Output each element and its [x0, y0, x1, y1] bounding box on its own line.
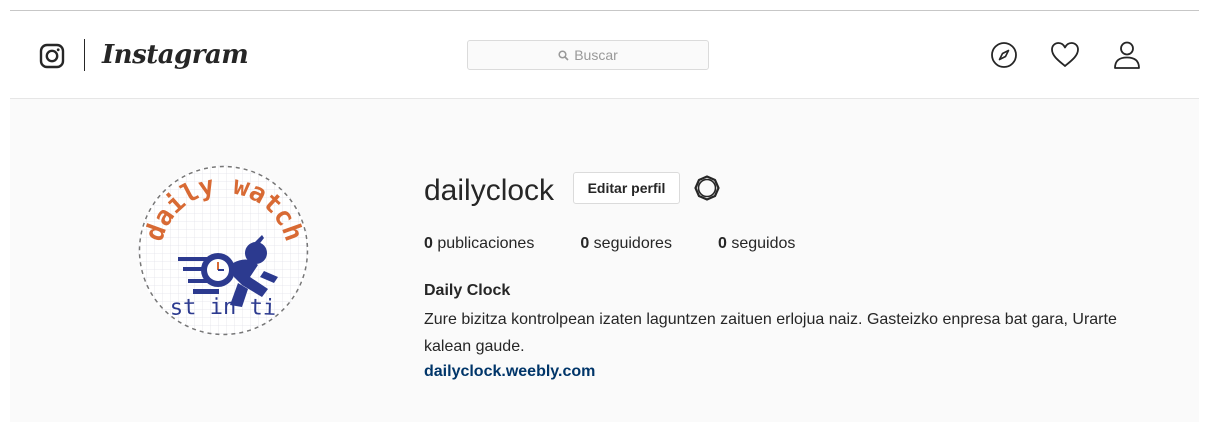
edit-profile-button[interactable]: Editar perfil — [573, 172, 680, 204]
avatar[interactable]: daily watch st in ti — [138, 165, 309, 336]
followers-count[interactable]: 0 seguidores — [580, 233, 672, 255]
search-icon — [558, 49, 569, 61]
page: Instagram Buscar daily watch st in ti da… — [0, 0, 1209, 422]
heart-icon[interactable] — [1049, 39, 1081, 71]
profile-website-link[interactable]: dailyclock.weebly.com — [424, 361, 595, 383]
profile-username: dailyclock — [424, 174, 555, 207]
instagram-camera-icon[interactable] — [39, 43, 65, 69]
following-count[interactable]: 0 seguidos — [718, 233, 795, 255]
profile-bio: Zure bizitza kontrolpean izaten laguntze… — [424, 311, 1117, 355]
search-placeholder: Buscar — [574, 47, 618, 63]
top-navigation: Instagram Buscar — [10, 11, 1199, 99]
logo-divider — [84, 39, 85, 71]
search-input[interactable]: Buscar — [467, 40, 709, 70]
compass-icon[interactable] — [988, 39, 1020, 71]
daily-watch-logo-image: daily watch st in ti — [138, 165, 309, 336]
profile-full-name: Daily Clock — [424, 282, 511, 299]
profile-stats: 0 publicaciones 0 seguidores 0 seguidos — [424, 233, 841, 255]
profile-section: daily watch st in ti dailyclock Editar p… — [10, 99, 1199, 422]
gear-icon[interactable] — [694, 175, 720, 201]
posts-count[interactable]: 0 publicaciones — [424, 233, 534, 255]
user-icon[interactable] — [1111, 39, 1143, 71]
instagram-wordmark[interactable]: Instagram — [102, 37, 249, 73]
